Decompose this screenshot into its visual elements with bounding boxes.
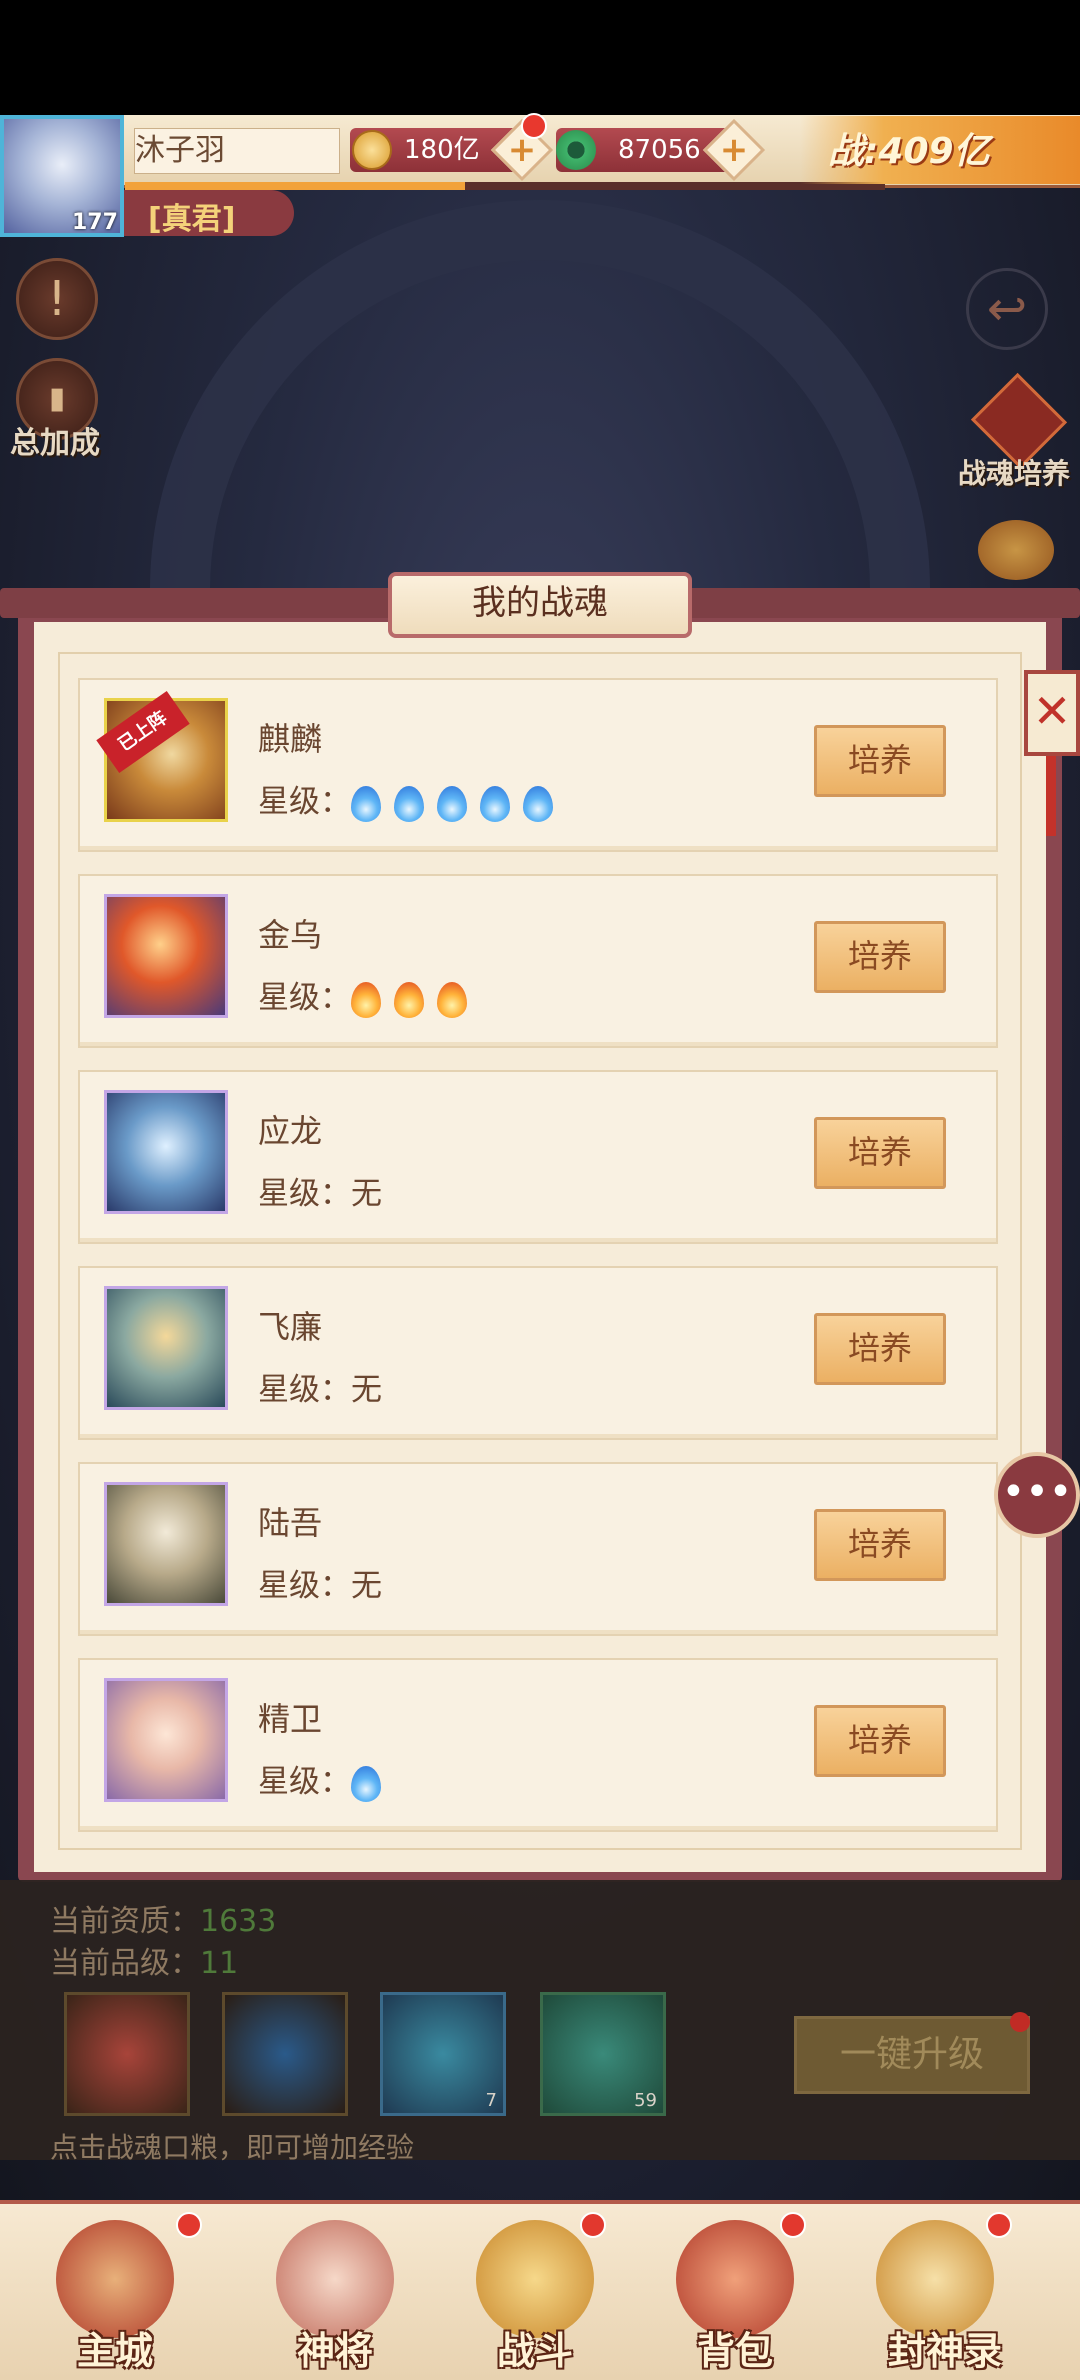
- nav-bag[interactable]: 背包: [660, 2320, 810, 2375]
- book-icon: ▮: [48, 381, 66, 416]
- total-bonus-label: 总加成: [10, 426, 100, 461]
- soul-name: 精卫: [258, 1700, 323, 1738]
- soul-training-label: 战魂培养: [958, 457, 1071, 490]
- notification-dot: [1010, 2012, 1030, 2032]
- fire-star-icon: [437, 981, 467, 1018]
- soul-name: 陆吾: [258, 1504, 323, 1542]
- star-label: 星级：: [258, 1372, 351, 1408]
- soul-star-level: 星级：: [258, 1756, 394, 1802]
- fire-star-icon: [394, 981, 424, 1018]
- close-button[interactable]: ✕: [1024, 670, 1080, 756]
- grade-line: 当前品级：11: [50, 1938, 238, 1982]
- nav-heroes[interactable]: 神将: [260, 2320, 410, 2375]
- soul-portrait[interactable]: [104, 894, 228, 1018]
- combat-power: 战:409亿: [828, 131, 990, 172]
- train-button[interactable]: 培养: [814, 921, 946, 993]
- panel-title: 我的战魂: [472, 583, 608, 623]
- plus-icon: +: [719, 130, 749, 170]
- aptitude-line: 当前资质：1633: [50, 1896, 276, 1940]
- soul-portrait[interactable]: [104, 1678, 228, 1802]
- nav-main-city[interactable]: 主城: [40, 2320, 190, 2375]
- star-gems: [351, 980, 480, 1018]
- orb-icon[interactable]: [978, 520, 1054, 580]
- train-button[interactable]: 培养: [814, 1117, 946, 1189]
- soul-star-level: 星级：: [258, 776, 566, 822]
- title-badge-text: [真君]: [148, 202, 236, 237]
- blue-flame-star-icon: [437, 785, 467, 822]
- star-label: 星级：: [258, 784, 351, 820]
- blue-flame-star-icon: [394, 785, 424, 822]
- aptitude-label: 当前资质：: [50, 1904, 200, 1939]
- notification-dot: [780, 2212, 806, 2238]
- star-gems: [351, 784, 566, 822]
- grade-value: 11: [200, 1946, 239, 1981]
- status-band: [0, 0, 1080, 115]
- star-gems: [351, 1764, 394, 1802]
- nav-fengshen-record[interactable]: 封神录: [870, 2320, 1020, 2375]
- soul-star-level: 星级：: [258, 972, 480, 1018]
- star-gems: 无: [351, 1372, 382, 1408]
- food-item-slot[interactable]: 7: [380, 1992, 506, 2116]
- chat-button[interactable]: •••: [994, 1452, 1080, 1538]
- grade-label: 当前品级：: [50, 1946, 200, 1981]
- soul-name: 飞廉: [258, 1308, 323, 1346]
- soul-portrait[interactable]: [104, 1090, 228, 1214]
- gold-amount: 180亿: [404, 135, 480, 165]
- player-name: 沐子羽: [134, 128, 340, 174]
- avatar-level: 177: [72, 210, 118, 235]
- soul-name: 麒麟: [258, 720, 323, 758]
- soul-portrait[interactable]: [104, 1482, 228, 1606]
- back-button[interactable]: ↩: [966, 268, 1048, 350]
- close-icon: ✕: [1032, 684, 1072, 738]
- soul-star-level: 星级：无: [258, 1168, 382, 1213]
- notification-dot: [986, 2212, 1012, 2238]
- train-button[interactable]: 培养: [814, 1509, 946, 1581]
- jade-coin-icon: [556, 130, 596, 170]
- food-item-slot[interactable]: [222, 1992, 348, 2116]
- star-gems: 无: [351, 1176, 382, 1212]
- train-button[interactable]: 培养: [814, 1705, 946, 1777]
- soul-name: 金乌: [258, 916, 323, 954]
- star-label: 星级：: [258, 980, 351, 1016]
- chat-bubble-icon: •••: [1001, 1469, 1073, 1515]
- star-label: 星级：: [258, 1764, 351, 1800]
- tassel-decoration: [1046, 756, 1056, 836]
- notice-button[interactable]: !: [16, 258, 98, 340]
- feed-hint: 点击战魂口粮，即可增加经验: [50, 2131, 415, 2164]
- gold-coin-icon: [352, 130, 392, 170]
- blue-flame-star-icon: [351, 1765, 381, 1802]
- notification-dot: [580, 2212, 606, 2238]
- blue-flame-star-icon: [351, 785, 381, 822]
- soul-name: 应龙: [258, 1112, 323, 1150]
- train-button[interactable]: 培养: [814, 1313, 946, 1385]
- notification-dot: [176, 2212, 202, 2238]
- soul-portrait[interactable]: [104, 1286, 228, 1410]
- notification-dot: [521, 113, 547, 139]
- soul-star-level: 星级：无: [258, 1560, 382, 1605]
- star-gems: 无: [351, 1568, 382, 1604]
- train-button[interactable]: 培养: [814, 725, 946, 797]
- item-count: 7: [485, 2090, 497, 2111]
- exclamation-icon: !: [47, 271, 67, 327]
- back-arrow-icon: ↩: [986, 281, 1028, 337]
- fire-star-icon: [351, 981, 381, 1018]
- nav-battle[interactable]: 战斗: [460, 2320, 610, 2375]
- soul-star-level: 星级：无: [258, 1364, 382, 1409]
- item-count: 59: [634, 2090, 657, 2111]
- one-click-upgrade-button[interactable]: 一键升级: [794, 2016, 1030, 2094]
- exp-bar-fill: [125, 182, 465, 190]
- star-label: 星级：: [258, 1568, 351, 1604]
- food-item-slot[interactable]: 59: [540, 1992, 666, 2116]
- aptitude-value: 1633: [200, 1904, 277, 1939]
- star-label: 星级：: [258, 1176, 351, 1212]
- jade-amount: 87056: [618, 135, 701, 165]
- blue-flame-star-icon: [523, 785, 553, 822]
- blue-flame-star-icon: [480, 785, 510, 822]
- food-item-slot[interactable]: [64, 1992, 190, 2116]
